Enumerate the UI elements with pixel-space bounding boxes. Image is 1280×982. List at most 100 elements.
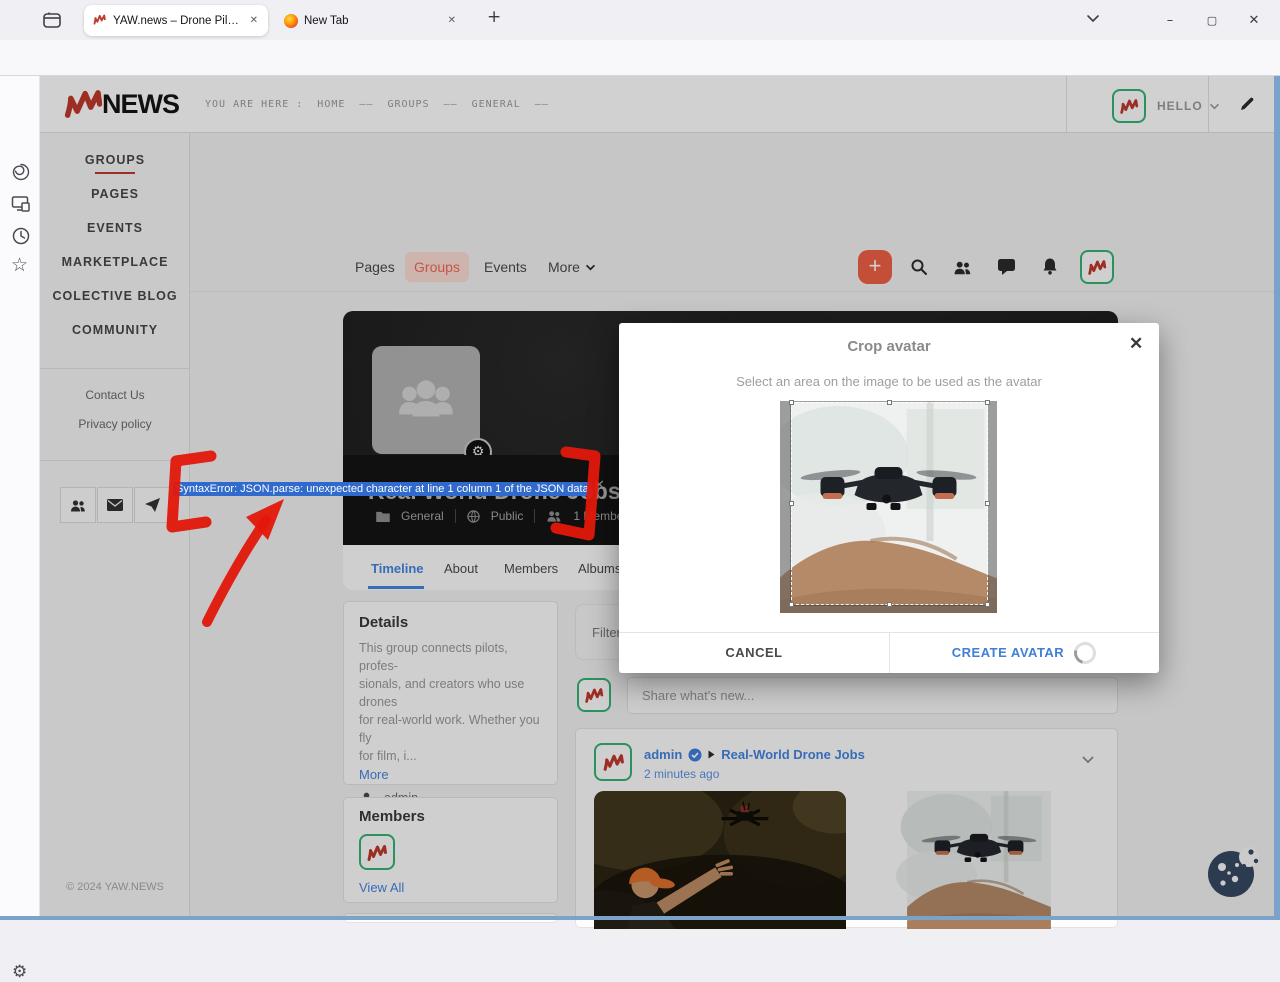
nav-user-avatar[interactable] — [1080, 250, 1114, 284]
members-icon[interactable] — [953, 259, 972, 276]
tab-events[interactable]: Events — [484, 259, 527, 275]
history-clock-icon[interactable] — [11, 226, 31, 246]
synced-tabs-icon[interactable] — [11, 194, 31, 214]
browser-tab-newtab[interactable]: New Tab ✕ — [276, 5, 466, 36]
sidebar-item-pages[interactable]: PAGES — [40, 187, 190, 201]
post-card: admin Real-World Drone Jobs 2 minutes ag… — [575, 728, 1118, 928]
user-avatar[interactable] — [1112, 89, 1146, 123]
group-avatar-placeholder[interactable] — [372, 346, 480, 454]
browser-tab-active[interactable]: YAW.news – Drone Pilot Groups ✕ — [84, 5, 268, 36]
breadcrumb-item-groups[interactable]: GROUPS — [387, 99, 429, 110]
breadcrumb-separator: —— — [359, 99, 373, 110]
crop-handle-nw[interactable] — [789, 400, 794, 405]
bookmarks-star-icon[interactable]: ☆ — [11, 256, 28, 275]
group-category: General — [401, 509, 444, 523]
crop-handle-se[interactable] — [985, 602, 990, 607]
account-menu[interactable]: HELLO — [1157, 99, 1220, 113]
firefox-favicon — [284, 14, 298, 28]
tab-about[interactable]: About — [444, 561, 478, 576]
meta-separator — [455, 509, 456, 523]
social-email-button[interactable] — [97, 487, 133, 523]
tab-pages[interactable]: Pages — [355, 259, 395, 275]
list-tabs-chevron-icon[interactable] — [1086, 14, 1100, 23]
create-avatar-button[interactable]: CREATE AVATAR — [889, 632, 1159, 673]
post-image-forest-drone[interactable] — [594, 791, 846, 929]
social-members-button[interactable] — [60, 487, 96, 523]
desktop-edge — [1274, 76, 1280, 920]
sidebar-divider — [40, 460, 190, 461]
create-avatar-label: CREATE AVATAR — [952, 645, 1064, 660]
post-author-link[interactable]: admin — [644, 747, 682, 762]
crop-avatar-modal: Crop avatar ✕ Select an area on the imag… — [619, 323, 1159, 673]
crop-handle-e[interactable] — [985, 501, 990, 506]
composer-placeholder: Share what's new... — [642, 688, 754, 703]
tab-albums[interactable]: Albums — [578, 561, 621, 576]
new-tab-button[interactable]: + — [487, 9, 501, 26]
caret-right-icon — [708, 750, 715, 759]
window-close-button[interactable]: ✕ — [1239, 7, 1269, 33]
error-message: SyntaxError: JSON.parse: unexpected char… — [173, 482, 592, 496]
post-options-chevron-icon[interactable] — [1081, 755, 1095, 764]
tab-close-icon[interactable]: ✕ — [248, 14, 260, 28]
sidebar-item-marketplace[interactable]: MARKETPLACE — [40, 255, 190, 269]
composer-avatar — [577, 678, 611, 712]
privacy-policy-link[interactable]: Privacy policy — [40, 417, 190, 431]
site-logo[interactable]: NEWS — [62, 86, 179, 122]
tab-timeline[interactable]: Timeline — [371, 561, 424, 576]
category-folder-icon — [376, 511, 390, 522]
meta-separator — [534, 509, 535, 523]
tab-more[interactable]: More — [548, 259, 596, 275]
chat-icon[interactable] — [998, 259, 1015, 275]
crop-handle-w[interactable] — [789, 501, 794, 506]
breadcrumb-item-home[interactable]: HOME — [317, 99, 345, 110]
crop-handle-ne[interactable] — [985, 400, 990, 405]
member-avatar[interactable] — [359, 834, 395, 870]
contact-us-link[interactable]: Contact Us — [40, 388, 190, 402]
ai-chatbot-icon[interactable] — [11, 162, 31, 182]
post-timestamp[interactable]: 2 minutes ago — [644, 767, 719, 781]
post-image-hand-drone[interactable] — [852, 791, 1106, 929]
details-more-link[interactable]: More — [359, 767, 542, 782]
post-author-avatar[interactable] — [594, 743, 632, 781]
tab-members[interactable]: Members — [504, 561, 558, 576]
search-icon[interactable] — [910, 258, 928, 276]
sidebar-item-groups[interactable]: GROUPS — [40, 153, 190, 167]
breadcrumb-separator: —— — [444, 99, 458, 110]
sidebar-item-community[interactable]: COMMUNITY — [40, 323, 190, 337]
tab-groups-active[interactable]: Groups — [405, 252, 469, 282]
window-maximize-button[interactable]: ▢ — [1197, 7, 1227, 33]
cancel-button[interactable]: CANCEL — [619, 632, 889, 673]
view-all-link[interactable]: View All — [359, 880, 542, 895]
composer-input[interactable]: Share what's new... — [627, 677, 1118, 714]
tab-close-icon[interactable]: ✕ — [446, 14, 458, 28]
header-divider — [1208, 76, 1209, 133]
cookie-icon — [1204, 844, 1260, 900]
social-share-button[interactable] — [134, 487, 170, 523]
error-close-icon[interactable]: ✕ — [594, 479, 605, 492]
breadcrumb-item-general[interactable]: GENERAL — [472, 99, 521, 110]
crop-handle-n[interactable] — [887, 400, 892, 405]
crop-handle-sw[interactable] — [789, 602, 794, 607]
yaw-favicon — [92, 13, 107, 28]
settings-gear-icon[interactable]: ⚙ — [12, 964, 27, 981]
modal-close-icon[interactable]: ✕ — [1129, 334, 1143, 354]
crop-selection-marquee[interactable] — [791, 402, 988, 605]
site-sidebar — [40, 133, 190, 916]
sidebar-item-events[interactable]: EVENTS — [40, 221, 190, 235]
modal-subtitle: Select an area on the image to be used a… — [619, 374, 1159, 389]
browser-tab-strip: YAW.news – Drone Pilot Groups ✕ New Tab … — [0, 0, 1280, 40]
members-heading: Members — [359, 808, 542, 825]
create-button[interactable]: + — [858, 250, 892, 284]
firefox-view-icon[interactable] — [40, 8, 64, 32]
post-group-link[interactable]: Real-World Drone Jobs — [721, 747, 865, 762]
group-people-icon — [395, 375, 457, 425]
notifications-bell-icon[interactable] — [1042, 257, 1058, 275]
window-minimize-button[interactable]: – — [1155, 7, 1185, 33]
crop-gutter-right — [989, 401, 997, 613]
compose-pencil-icon[interactable] — [1238, 95, 1256, 113]
cookie-consent-button[interactable] — [1204, 844, 1260, 900]
crop-gutter-left — [780, 401, 791, 613]
tab-title: YAW.news – Drone Pilot Groups — [113, 15, 242, 27]
crop-handle-s[interactable] — [887, 602, 892, 607]
sidebar-item-colective-blog[interactable]: COLECTIVE BLOG — [40, 289, 190, 303]
